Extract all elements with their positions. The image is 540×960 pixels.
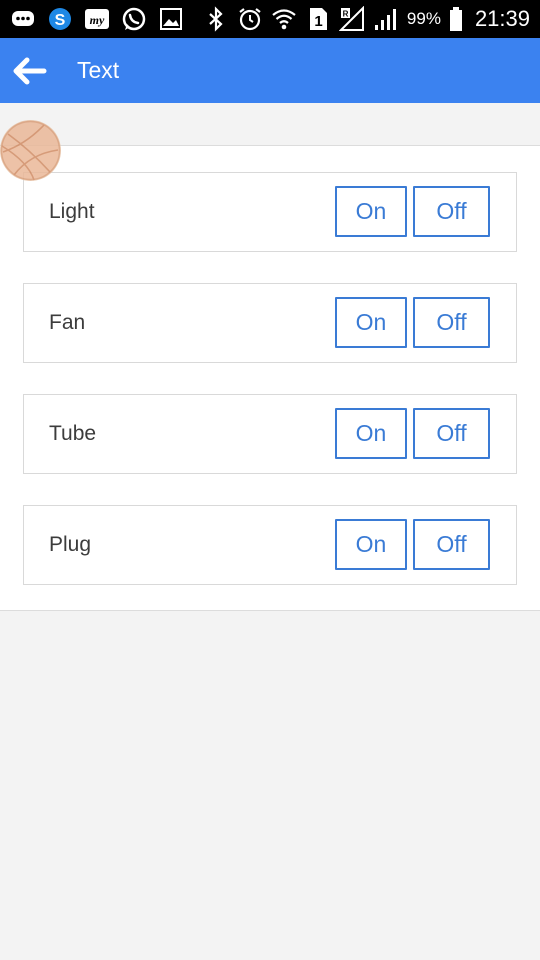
svg-text:R: R [343,10,349,19]
battery-icon [449,6,463,32]
skype-icon: S [47,6,73,32]
battery-percent: 99% [406,9,441,28]
arrow-left-icon [13,57,47,85]
device-row-tube: Tube On Off [23,394,517,474]
svg-text:my: my [90,13,105,27]
notification-icons: S my [10,5,184,33]
alarm-icon [237,6,263,32]
device-label: Fan [49,311,86,334]
wifi-icon [271,6,297,32]
status-bar: S my 1 R 99% 21:39 [0,0,540,38]
svg-text:S: S [55,12,66,29]
back-button[interactable] [8,50,50,92]
system-icons: 1 R 99% 21:39 [203,5,530,33]
sim-icon: 1 [305,6,331,32]
fan-on-button[interactable]: On [335,297,407,348]
device-label: Light [49,200,95,223]
device-row-fan: Fan On Off [23,283,517,363]
plug-off-button[interactable]: Off [413,519,490,570]
fan-off-button[interactable]: Off [413,297,490,348]
gallery-icon [158,6,184,32]
plug-on-button[interactable]: On [335,519,407,570]
message-icon [10,6,36,32]
app-bar: Text [0,38,540,103]
device-list: Light On Off Fan On Off Tube On Off Plug… [0,145,540,611]
floating-ball-icon[interactable] [0,120,61,181]
whatsapp-icon [121,6,147,32]
device-label: Tube [49,422,97,445]
device-row-plug: Plug On Off [23,505,517,585]
bluetooth-icon [203,6,229,32]
device-row-light: Light On Off [23,172,517,252]
light-on-button[interactable]: On [335,186,407,237]
roaming-signal-icon: R [338,6,365,32]
signal-icon [373,6,399,32]
device-label: Plug [49,533,92,556]
my-app-icon: my [84,6,110,32]
light-off-button[interactable]: Off [413,186,490,237]
page-title: Text [77,57,120,83]
tube-off-button[interactable]: Off [413,408,490,459]
svg-text:1: 1 [314,13,322,30]
clock: 21:39 [474,6,530,31]
tube-on-button[interactable]: On [335,408,407,459]
